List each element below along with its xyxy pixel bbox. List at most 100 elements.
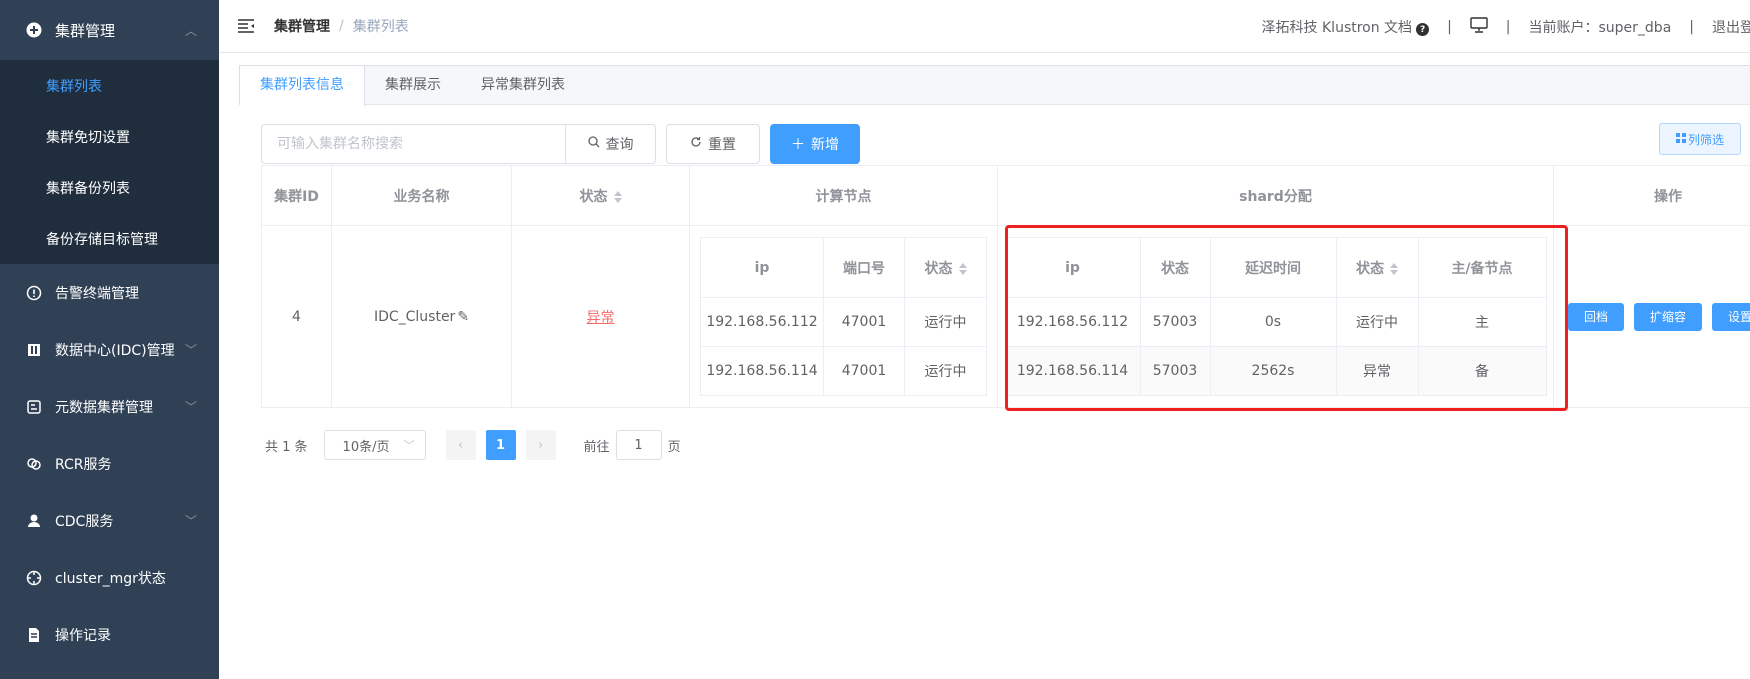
sidebar-item-backup-list[interactable]: 集群备份列表 [0, 162, 219, 213]
reset-button[interactable]: 重置 [666, 124, 760, 164]
plus-circle-icon [26, 22, 42, 38]
sidebar-submenu: 集群列表 集群免切设置 集群备份列表 备份存储目标管理 [0, 60, 219, 264]
cluster-status-link[interactable]: 异常 [587, 310, 615, 326]
cell-compute-nodes: ip 端口号 状态 192.168.56.112 47001 运行中 192.1… [689, 225, 998, 408]
goto-page-input[interactable] [615, 430, 662, 460]
compute-ip: 192.168.56.112 [700, 297, 824, 347]
sidebar-group-cluster-management[interactable]: 集群管理 ︿ [0, 0, 219, 60]
alert-circle-icon [26, 285, 42, 301]
sidebar-item-label: 集群免切设置 [46, 129, 130, 146]
sort-icon[interactable] [958, 262, 967, 275]
rollback-button[interactable]: 回档 [1567, 302, 1624, 331]
compute-header-ip: ip [700, 237, 824, 298]
sidebar-item-alert-terminal[interactable]: 告警终端管理 [0, 264, 219, 321]
shard-status: 异常 [1335, 346, 1419, 396]
breadcrumb-parent[interactable]: 集群管理 [274, 16, 330, 36]
goto-suffix: 页 [667, 439, 681, 455]
sidebar-item-failover-settings[interactable]: 集群免切设置 [0, 111, 219, 162]
header-separator: | [1689, 18, 1694, 35]
sidebar-item-idc[interactable]: 数据中心(IDC)管理 ﹀ [0, 321, 219, 378]
tab-abnormal-cluster-list[interactable]: 异常集群列表 [461, 66, 585, 105]
compute-header-status[interactable]: 状态 [904, 237, 987, 298]
compute-header-status-label: 状态 [924, 260, 953, 277]
user-icon [26, 513, 42, 529]
scale-button[interactable]: 扩缩容 [1633, 302, 1702, 331]
chevron-down-icon: ﹀ [184, 343, 197, 357]
reset-label: 重置 [708, 137, 736, 153]
sidebar-item-label: cluster_mgr状态 [55, 570, 166, 587]
add-button[interactable]: ＋ 新增 [770, 124, 860, 164]
settings-button[interactable]: 设置 [1712, 302, 1750, 331]
shard-row: 192.168.56.114 57003 2562s 异常 备 [1004, 346, 1547, 396]
compute-ip: 192.168.56.114 [700, 346, 824, 396]
shard-state: 57003 [1139, 297, 1211, 347]
header-right: 泽拓科技 Klustron 文档? | | 当前账户：super_dba | 退… [1262, 0, 1750, 53]
sidebar-item-label: 元数据集群管理 [55, 399, 153, 416]
chevron-up-icon: ︿ [184, 23, 197, 38]
compute-port: 47001 [823, 346, 905, 396]
docs-label: 泽拓科技 Klustron 文档 [1261, 19, 1413, 36]
shard-role: 备 [1417, 346, 1547, 396]
compute-header-port: 端口号 [823, 237, 905, 298]
shard-header-status[interactable]: 状态 [1335, 237, 1419, 298]
business-name-text: IDC_Cluster [373, 308, 456, 325]
page-size-value: 10条/页 [342, 439, 390, 455]
question-icon: ? [1416, 23, 1430, 36]
page-number[interactable]: 1 [485, 430, 516, 460]
header-separator: | [1447, 18, 1452, 35]
prev-page-button[interactable]: ‹ [445, 430, 476, 460]
sidebar-item-cdc[interactable]: CDC服务 ﹀ [0, 492, 219, 549]
header-shard: shard分配 [997, 165, 1554, 226]
shard-role: 主 [1417, 297, 1547, 347]
sidebar-item-cluster-list[interactable]: 集群列表 [0, 60, 219, 111]
sidebar-item-cluster-mgr[interactable]: cluster_mgr状态 [0, 549, 219, 606]
search-icon [587, 136, 600, 152]
edit-icon[interactable]: ✎ [457, 309, 469, 325]
sidebar-item-label: RCR服务 [55, 456, 112, 473]
query-button[interactable]: 查询 [566, 124, 656, 164]
account-label: 当前账户：super_dba [1528, 19, 1672, 36]
sidebar-item-label: 操作记录 [55, 627, 111, 644]
compute-nodes-table: ip 端口号 状态 192.168.56.112 47001 运行中 192.1… [700, 237, 987, 396]
cluster-search-input[interactable] [261, 124, 566, 164]
cell-status: 异常 [511, 225, 690, 408]
operations-group: 回档 扩缩容 设置 [1554, 302, 1750, 331]
target-icon [26, 570, 42, 586]
chevron-down-icon: ﹀ [403, 439, 415, 452]
document-icon [26, 627, 42, 643]
tab-cluster-display[interactable]: 集群展示 [365, 66, 461, 105]
hamburger-menu-icon[interactable] [238, 19, 254, 33]
sidebar-item-operation-log[interactable]: 操作记录 [0, 606, 219, 663]
column-filter-button[interactable]: 列筛选 [1659, 123, 1741, 155]
header-separator: | [1505, 18, 1511, 35]
header-status-label: 状态 [579, 188, 608, 205]
logout-link[interactable]: 退出登录 [1712, 17, 1750, 37]
plus-icon: ＋ [791, 137, 805, 153]
table-row: 4 IDC_Cluster✎ 异常 ip 端口号 状态 192.168.56. [261, 225, 1750, 408]
header-status[interactable]: 状态 [511, 165, 690, 226]
page-size-select[interactable]: 10条/页 ﹀ [323, 430, 426, 460]
compute-status: 运行中 [904, 297, 987, 347]
monitor-icon[interactable] [1470, 16, 1488, 37]
shard-table: ip 状态 延迟时间 状态 主/备节点 192.168.56.112 57003… [1004, 237, 1547, 396]
sort-icon[interactable] [1390, 262, 1398, 275]
filter-label: 列筛选 [1687, 132, 1724, 147]
breadcrumb-current: 集群列表 [352, 19, 409, 35]
goto-page: 前往 页 [584, 430, 681, 460]
pagination-total: 共 1 条 [265, 439, 308, 455]
top-header: 集群管理 / 集群列表 泽拓科技 Klustron 文档? | | 当前账户：s… [219, 0, 1750, 53]
breadcrumb: 集群管理 / 集群列表 [274, 16, 409, 36]
sidebar-item-backup-storage[interactable]: 备份存储目标管理 [0, 213, 219, 264]
toolbar: 查询 重置 ＋ 新增 [261, 124, 860, 164]
sidebar-item-rcr[interactable]: RCR服务 [0, 435, 219, 492]
shard-header-state: 状态 [1139, 237, 1211, 298]
refresh-icon [690, 136, 702, 152]
sort-icon[interactable] [613, 190, 622, 203]
docs-link[interactable]: 泽拓科技 Klustron 文档? [1262, 17, 1430, 37]
sidebar-item-label: 集群备份列表 [46, 180, 130, 197]
tab-cluster-list-info[interactable]: 集群列表信息 [240, 66, 365, 106]
shard-row: 192.168.56.112 57003 0s 运行中 主 [1004, 297, 1547, 347]
tabs-bar: 集群列表信息 集群展示 异常集群列表 [239, 65, 1750, 106]
next-page-button[interactable]: › [525, 430, 556, 460]
sidebar-item-metadata-cluster[interactable]: 元数据集群管理 ﹀ [0, 378, 219, 435]
